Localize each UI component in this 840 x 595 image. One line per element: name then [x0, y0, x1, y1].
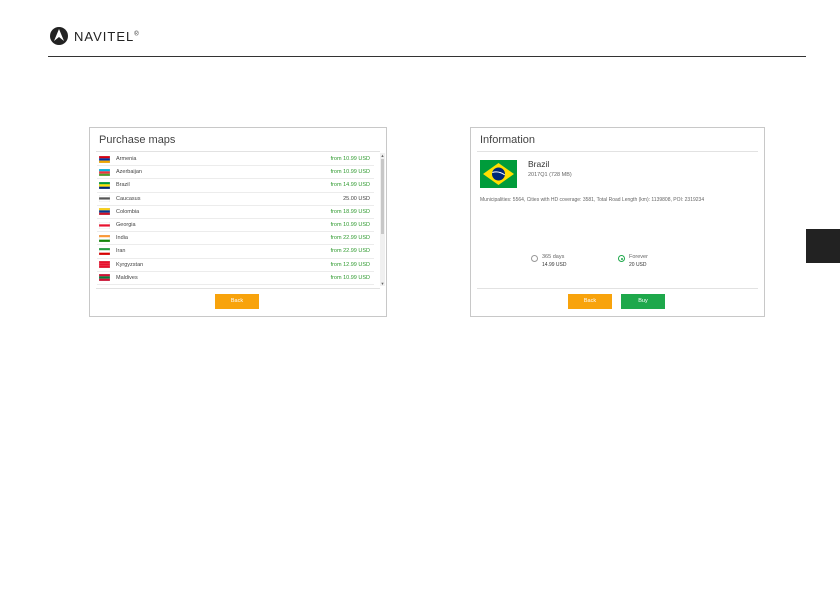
map-name: Colombia [116, 208, 140, 215]
map-price: from 22.99 USD [330, 235, 370, 242]
back-button[interactable]: Back [215, 294, 259, 309]
map-price: from 14.99 USD [330, 182, 370, 189]
list-item[interactable]: India from 22.99 USD [97, 232, 374, 246]
scroll-down-icon[interactable]: ▼ [380, 281, 385, 286]
map-name: Brazil [116, 182, 130, 189]
map-name: Georgia [116, 222, 136, 229]
navitel-logo: NAVITEL® [48, 25, 140, 47]
buy-button[interactable]: Buy [621, 294, 665, 309]
map-price: from 10.99 USD [330, 222, 370, 229]
radio-365-days[interactable] [531, 255, 538, 262]
map-price: from 18.99 USD [330, 208, 370, 215]
armenia-flag-icon [99, 155, 110, 163]
navitel-logo-icon [50, 27, 68, 45]
list-item[interactable]: Georgia from 10.99 USD [97, 219, 374, 233]
colombia-flag-icon [99, 208, 110, 216]
list-item[interactable]: Colombia from 18.99 USD [97, 206, 374, 219]
map-price: from 10.99 USD [330, 169, 370, 176]
map-statistics: Municipalities: 5564, Cities with HD cov… [480, 197, 705, 203]
list-item[interactable]: Kyrgyzstan from 12.99 USD [97, 259, 374, 272]
map-name: Maldives [116, 274, 138, 281]
footer-divider [477, 288, 758, 289]
option-365-days-label: 365 days [542, 254, 565, 260]
map-name: Armenia [116, 156, 137, 163]
map-price: from 22.99 USD [330, 248, 370, 255]
list-scrollbar[interactable]: ▲ ▼ [380, 153, 385, 286]
option-forever-label: Forever [629, 254, 648, 260]
scroll-up-icon[interactable]: ▲ [380, 153, 385, 158]
kyrgyzstan-flag-icon [99, 261, 110, 269]
language-tab [806, 229, 840, 263]
map-version: 2017Q1 (728 MB) [528, 172, 572, 178]
list-item[interactable]: Maldives from 10.99 USD [97, 272, 374, 285]
map-name: Azerbaijan [116, 169, 142, 176]
back-button[interactable]: Back [568, 294, 612, 309]
header-divider [48, 56, 806, 57]
india-flag-icon [99, 234, 110, 242]
maldives-flag-icon [99, 274, 110, 282]
map-price: from 10.99 USD [330, 156, 370, 163]
brazil-flag-icon [99, 181, 110, 189]
map-price: from 12.99 USD [330, 261, 370, 268]
map-price: 25.00 USD [343, 195, 370, 202]
radio-forever[interactable] [618, 255, 625, 262]
country-name: Brazil [528, 159, 550, 169]
map-name: Kyrgyzstan [116, 261, 144, 268]
map-name: Caucasus [116, 195, 141, 202]
footer-divider [96, 288, 380, 289]
list-item[interactable]: Armenia from 10.99 USD [97, 153, 374, 167]
information-panel: Information Brazil 2017Q1 (728 MB) Munic… [470, 127, 765, 317]
option-365-days-price: 14.99 USD [542, 262, 567, 268]
information-title: Information [480, 134, 536, 146]
azerbaijan-flag-icon [99, 168, 110, 176]
brand-name: NAVITEL® [74, 28, 140, 44]
list-item[interactable]: Brazil from 14.99 USD [97, 179, 374, 193]
scroll-thumb[interactable] [381, 159, 384, 234]
map-list: Armenia from 10.99 USD Azerbaijan from 10.9… [97, 153, 374, 285]
purchase-maps-panel: Purchase maps Armenia from 10.99 USD Azerb… [89, 127, 387, 317]
purchase-maps-title: Purchase maps [99, 134, 176, 146]
list-item[interactable]: Iran from 22.99 USD [97, 245, 374, 259]
caucasus-flag-icon [99, 195, 110, 203]
option-forever-price: 20 USD [629, 262, 647, 268]
list-item[interactable]: Caucasus 25.00 USD [97, 193, 374, 206]
map-price: from 10.99 USD [330, 274, 370, 281]
map-name: India [116, 235, 128, 242]
list-item[interactable]: Azerbaijan from 10.99 USD [97, 166, 374, 180]
iran-flag-icon [99, 247, 110, 255]
georgia-flag-icon [99, 221, 110, 229]
title-divider [96, 151, 380, 152]
brazil-flag-icon [480, 160, 517, 188]
map-name: Iran [116, 248, 126, 255]
title-divider [477, 151, 758, 152]
